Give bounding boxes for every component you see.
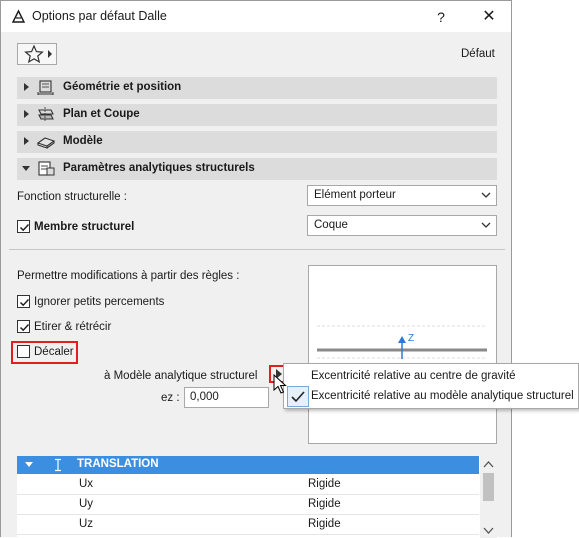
stretch-shrink-checkbox[interactable] (17, 320, 30, 333)
structural-function-label: Fonction structurelle : (17, 191, 127, 203)
select-value: Elément porteur (314, 189, 396, 201)
section-label: Paramètres analytiques structurels (63, 162, 255, 174)
checkmark-icon (291, 391, 305, 403)
floor-plan-icon (38, 107, 54, 122)
table-row[interactable]: Ux Rigide (17, 475, 479, 495)
table-header-label: TRANSLATION (77, 458, 159, 470)
table-scrollbar[interactable] (480, 456, 497, 538)
eccentricity-popup-menu: Excentricité relative au centre de gravi… (283, 363, 579, 409)
ez-value: 0,000 (190, 391, 219, 403)
geometry-icon (37, 80, 54, 95)
expand-triangle-icon (24, 137, 29, 145)
chevron-down-icon (481, 192, 491, 198)
z-axis-label: Z (408, 333, 415, 344)
ez-input[interactable]: 0,000 (184, 387, 269, 408)
window-title: Options par défaut Dalle (32, 9, 167, 23)
scroll-down-icon (483, 527, 494, 534)
collapse-triangle-icon (22, 166, 30, 171)
chevron-right-icon (48, 50, 52, 58)
select-value: Coque (314, 219, 348, 231)
checkmark-icon (19, 323, 30, 332)
rules-heading: Permettre modifications à partir des règ… (17, 270, 240, 282)
section-label: Modèle (63, 135, 103, 147)
offset-label: Décaler (34, 346, 74, 358)
favorites-button[interactable] (17, 43, 57, 65)
mouse-pointer-icon (273, 374, 287, 394)
divider (9, 249, 505, 250)
default-label: Défaut (461, 48, 495, 60)
row-value: Rigide (308, 498, 341, 510)
structural-member-checkbox[interactable] (17, 220, 30, 233)
row-name: Uz (79, 518, 94, 530)
expand-triangle-icon (24, 110, 29, 118)
stretch-shrink-label: Etirer & rétrécir (34, 321, 112, 333)
section-floor-plan[interactable]: Plan et Coupe (17, 104, 497, 126)
chevron-down-icon (481, 222, 491, 228)
table-row[interactable]: Uy Rigide (17, 495, 479, 515)
vertical-arrows-icon (55, 458, 61, 472)
expand-triangle-icon (24, 83, 29, 91)
slab-preview: Z (308, 265, 497, 444)
star-icon (24, 44, 44, 64)
row-value: Rigide (308, 478, 341, 490)
model-icon (36, 137, 56, 149)
row-name: Ux (79, 478, 94, 490)
checkmark-icon (19, 223, 30, 232)
scrollbar-thumb[interactable] (483, 473, 494, 501)
structural-member-select[interactable]: Coque (307, 215, 497, 236)
ignore-small-holes-checkbox[interactable] (17, 295, 30, 308)
structural-member-label: Membre structurel (34, 221, 135, 233)
row-name: Uy (79, 498, 94, 510)
section-structural-analytics[interactable]: Paramètres analytiques structurels (17, 158, 497, 180)
connection-table: TRANSLATION Ux Rigide Uy Rigide Uz Rigid… (17, 456, 497, 538)
close-button[interactable]: ✕ (479, 7, 499, 27)
help-button[interactable]: ? (431, 7, 451, 27)
menu-item-analytic-model[interactable]: Excentricité relative au modèle analytiq… (311, 390, 574, 402)
options-dialog: Options par défaut Dalle ? ✕ Défaut Géom… (0, 0, 512, 538)
collapse-triangle-icon (25, 462, 33, 467)
structural-function-select[interactable]: Elément porteur (307, 185, 497, 206)
section-label: Géométrie et position (63, 81, 182, 93)
row-value: Rigide (308, 518, 341, 530)
table-header-translation[interactable]: TRANSLATION (17, 456, 479, 474)
structural-analytics-icon (38, 161, 55, 176)
analytic-model-label: à Modèle analytique structurel (104, 370, 258, 382)
ignore-small-holes-label: Ignorer petits percements (34, 296, 165, 308)
archicad-app-icon (11, 9, 26, 23)
table-row[interactable]: Uz Rigide (17, 515, 479, 535)
title-bar: Options par défaut Dalle ? ✕ (1, 1, 511, 32)
checkmark-icon (19, 298, 30, 307)
menu-item-check-box (287, 386, 309, 407)
slab-preview-drawing (317, 325, 487, 359)
scroll-up-icon (483, 461, 494, 468)
offset-checkbox[interactable] (17, 345, 30, 358)
section-model[interactable]: Modèle (17, 131, 497, 153)
section-geometry[interactable]: Géométrie et position (17, 77, 497, 99)
section-label: Plan et Coupe (63, 108, 140, 120)
ez-label: ez : (161, 392, 180, 404)
menu-item-gravity-center[interactable]: Excentricité relative au centre de gravi… (311, 370, 516, 382)
